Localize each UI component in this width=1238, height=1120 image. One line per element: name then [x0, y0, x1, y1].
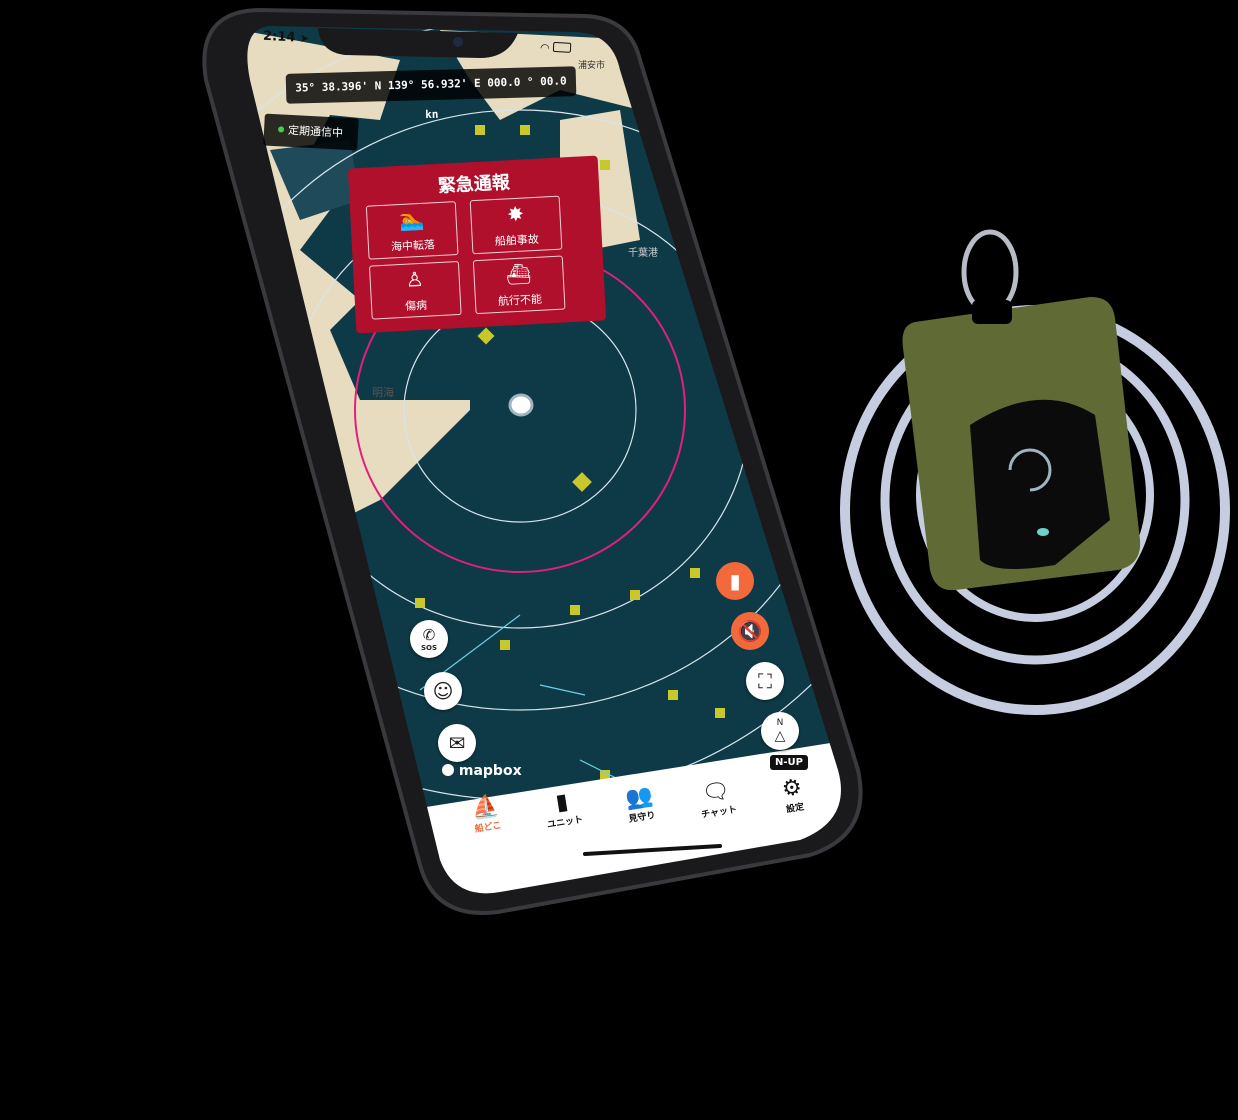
mute-button[interactable]: 🔇 [731, 612, 769, 650]
location-icon: ➤ [299, 31, 310, 46]
scene [202, 7, 1230, 915]
heading: 000.0 ° [487, 75, 534, 90]
emoji-button[interactable]: ☺ [424, 672, 462, 710]
place-label-akemi: 明海 [372, 386, 394, 399]
place-label-chiba: 千葉港 [628, 248, 658, 259]
compass-button[interactable]: N △ [761, 712, 799, 750]
sos-label: SOS [420, 644, 438, 652]
status-dot-icon [277, 126, 285, 133]
emergency-button-label: 航行不能 [497, 292, 543, 308]
wifi-icon: ◠ [539, 41, 550, 55]
longitude: 139° 56.932' E [387, 76, 481, 93]
emergency-title: 緊急通報 [437, 172, 511, 197]
mute-icon: 🔇 [737, 619, 763, 643]
emergency-button-ship-accident[interactable]: ✸ 船舶事故 [469, 195, 563, 255]
front-camera [453, 37, 463, 47]
compass-letter: N [776, 718, 784, 728]
emergency-button-label: 海中転落 [390, 238, 436, 254]
battery-icon [552, 41, 572, 53]
mapbox-attribution: mapbox [442, 763, 522, 779]
injury-icon: ♙ [405, 266, 425, 292]
ship-accident-icon: ✸ [506, 201, 525, 227]
sos-call-button[interactable]: ✆ SOS [410, 620, 448, 658]
smiley-icon: ☺ [432, 679, 454, 703]
comm-status-badge: 定期通信中 [263, 113, 359, 151]
emergency-panel: 緊急通報 🏊 海中転落 ✸ 船舶事故 ♙ 傷病 ⛴ 航行不能 [347, 155, 607, 334]
emergency-button-label: 傷病 [404, 298, 428, 313]
mapbox-logo-icon [442, 764, 454, 776]
focus-frame-icon: ⛶ [758, 669, 772, 693]
notch [318, 28, 518, 58]
phone-icon: ✆ [422, 626, 436, 644]
device-icon: ▮ [729, 569, 741, 593]
status-icons: ◠ [540, 41, 572, 56]
compass-arrow-icon: △ [774, 728, 786, 744]
device-alert-button[interactable]: ▮ [716, 562, 754, 600]
status-time: 2:14 [262, 28, 296, 46]
recenter-button[interactable]: ⛶ [746, 662, 784, 700]
latitude: 35° 38.396' N [295, 79, 382, 95]
emergency-button-injury[interactable]: ♙ 傷病 [368, 260, 462, 320]
tracker-device [902, 229, 1141, 591]
message-button[interactable]: ✉ [438, 724, 476, 762]
place-label-top-right: 浦安市 [578, 61, 606, 71]
emergency-button-label: 船舶事故 [494, 232, 540, 249]
north-up-badge[interactable]: N-UP [770, 755, 808, 770]
emergency-button-man-overboard[interactable]: 🏊 海中転落 [365, 201, 459, 260]
comm-status-text: 定期通信中 [287, 123, 344, 140]
emergency-button-disabled-vessel[interactable]: ⛴ 航行不能 [472, 255, 566, 315]
person-overboard-icon: 🏊 [398, 206, 425, 233]
status-bar: 2:14 ➤ [263, 29, 310, 46]
disabled-vessel-icon: ⛴ [505, 261, 532, 287]
own-ship-marker [508, 393, 534, 417]
mail-icon: ✉ [448, 731, 466, 755]
